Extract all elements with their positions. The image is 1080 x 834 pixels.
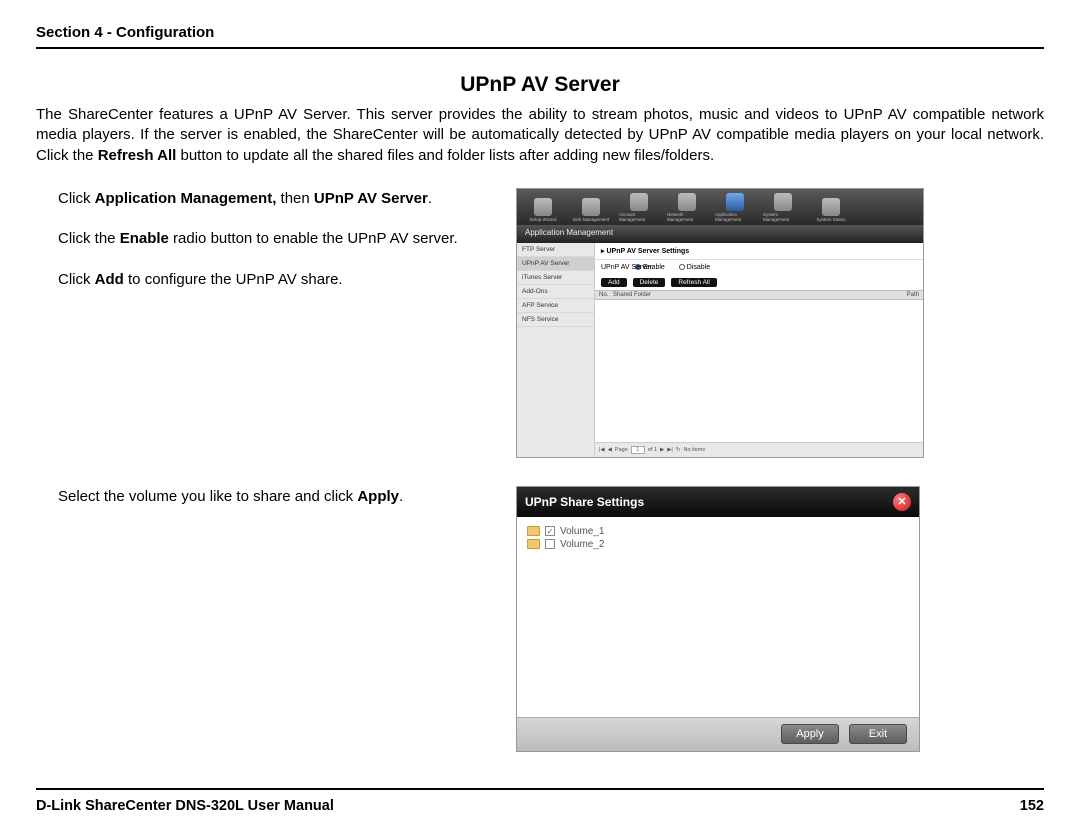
instr2-line: Select the volume you like to share and …	[58, 486, 476, 509]
pager-last-icon[interactable]: ▶|	[667, 447, 673, 453]
pager-input[interactable]: 1	[631, 446, 645, 454]
top-icon-bar: Setup Wizard Disk Management Account Man…	[517, 189, 923, 225]
col-no: No.	[599, 292, 613, 298]
screenshot-app-management: Setup Wizard Disk Management Account Man…	[516, 188, 924, 458]
network-icon	[678, 193, 696, 211]
enable-radio-row: UPnP AV Server Enable Disable	[595, 260, 923, 275]
refresh-all-button[interactable]: Refresh All	[671, 278, 716, 287]
volume-item-1[interactable]: ✓ Volume_1	[527, 525, 909, 538]
dialog-header: UPnP Share Settings ✕	[517, 487, 919, 517]
apply-button[interactable]: Apply	[781, 724, 839, 744]
intro-text-2: button to update all the shared files an…	[176, 147, 714, 164]
system-icon	[774, 193, 792, 211]
volume-label: Volume_2	[560, 539, 604, 550]
col-path: Path	[907, 292, 919, 298]
sidebar-item-afp[interactable]: AFP Service	[517, 299, 594, 313]
table-header: No. Shared Folder Path	[595, 290, 923, 300]
sidebar-item-addons[interactable]: Add-Ons	[517, 285, 594, 299]
pager: |◀ ◀ Page 1 of 1 ▶ ▶| ↻ No items	[595, 442, 923, 457]
pager-refresh-icon[interactable]: ↻	[676, 447, 681, 453]
intro-paragraph: The ShareCenter features a UPnP AV Serve…	[36, 105, 1044, 166]
status-icon	[822, 198, 840, 216]
topicon-network-mgmt[interactable]: Network Management	[667, 192, 707, 222]
table-body	[595, 300, 923, 442]
dialog-title: UPnP Share Settings	[525, 495, 644, 509]
instr-line-1: Click Application Management, then UPnP …	[58, 188, 476, 211]
checkbox-checked[interactable]: ✓	[545, 526, 555, 536]
screenshot-upnp-share-dialog: UPnP Share Settings ✕ ✓ Volume_1 Volume_…	[516, 486, 920, 752]
close-icon[interactable]: ✕	[893, 493, 911, 511]
instruction-row-1: Click Application Management, then UPnP …	[36, 188, 1044, 458]
topicon-system-mgmt[interactable]: System Management	[763, 192, 803, 222]
page-title: UPnP AV Server	[36, 73, 1044, 97]
disk-icon	[582, 198, 600, 216]
pager-next-icon[interactable]: ▶	[660, 447, 664, 453]
sidebar-item-ftp[interactable]: FTP Server	[517, 243, 594, 257]
topicon-account-mgmt[interactable]: Account Management	[619, 192, 659, 222]
sidebar-item-itunes[interactable]: iTunes Server	[517, 271, 594, 285]
disable-radio[interactable]: Disable	[679, 264, 710, 271]
action-buttons: Add Delete Refresh All	[595, 275, 923, 290]
instruction-row-2: Select the volume you like to share and …	[36, 486, 1044, 752]
add-button[interactable]: Add	[601, 278, 627, 287]
topicon-disk-mgmt[interactable]: Disk Management	[571, 192, 611, 222]
intro-bold-1: Refresh All	[98, 147, 177, 164]
page-footer: D-Link ShareCenter DNS-320L User Manual …	[36, 788, 1044, 814]
pager-prev-icon[interactable]: ◀	[608, 447, 612, 453]
settings-panel: ▸ UPnP AV Server Settings UPnP AV Server…	[595, 243, 923, 457]
topicon-setup-wizard[interactable]: Setup Wizard	[523, 192, 563, 222]
sidebar-item-upnp-av[interactable]: UPnP AV Server	[517, 257, 594, 271]
instructions-block-1: Click Application Management, then UPnP …	[36, 188, 476, 310]
sidebar: FTP Server UPnP AV Server iTunes Server …	[517, 243, 595, 457]
footer-page-number: 152	[1020, 798, 1044, 814]
wizard-icon	[534, 198, 552, 216]
settings-title: ▸ UPnP AV Server Settings	[595, 243, 923, 260]
footer-left: D-Link ShareCenter DNS-320L User Manual	[36, 798, 334, 814]
dialog-body: ✓ Volume_1 Volume_2	[517, 517, 919, 717]
instructions-block-2: Select the volume you like to share and …	[36, 486, 476, 527]
section-header: Section 4 - Configuration	[36, 24, 1044, 49]
instr-line-2: Click the Enable radio button to enable …	[58, 228, 476, 251]
dialog-footer: Apply Exit	[517, 717, 919, 751]
pager-first-icon[interactable]: |◀	[599, 447, 605, 453]
topicon-app-mgmt[interactable]: Application Management	[715, 192, 755, 222]
instr-line-3: Click Add to configure the UPnP AV share…	[58, 269, 476, 292]
volume-item-2[interactable]: Volume_2	[527, 538, 909, 551]
topicon-system-status[interactable]: System Status	[811, 192, 851, 222]
upnp-label: UPnP AV Server	[601, 264, 652, 271]
radio-off-icon	[679, 264, 685, 270]
account-icon	[630, 193, 648, 211]
checkbox-unchecked[interactable]	[545, 539, 555, 549]
app-mgmt-titlebar: Application Management	[517, 225, 923, 243]
folder-icon	[527, 539, 540, 549]
volume-label: Volume_1	[560, 526, 604, 537]
sidebar-item-nfs[interactable]: NFS Service	[517, 313, 594, 327]
delete-button[interactable]: Delete	[633, 278, 666, 287]
exit-button[interactable]: Exit	[849, 724, 907, 744]
app-icon	[726, 193, 744, 211]
pager-noitems: No items	[683, 447, 705, 453]
folder-icon	[527, 526, 540, 536]
col-shared-folder: Shared Folder	[613, 292, 907, 298]
